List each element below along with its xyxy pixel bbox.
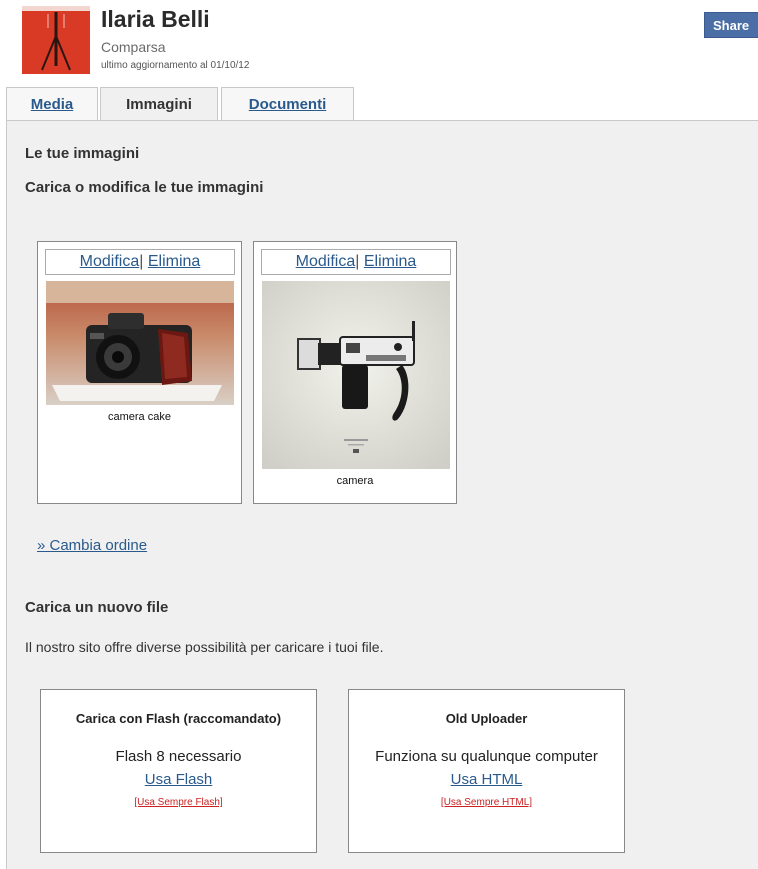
profile-role: Comparsa <box>101 39 166 55</box>
upload-intro: Il nostro sito offre diverse possibilità… <box>25 639 384 655</box>
tab-immagini[interactable]: Immagini <box>100 87 218 121</box>
image-card: Modifica| Elimina camera <box>253 241 457 504</box>
always-use-html-link[interactable]: [Usa Sempre HTML] <box>441 797 532 808</box>
share-button[interactable]: Share <box>704 12 758 38</box>
tab-immagini-label: Immagini <box>126 96 192 113</box>
upload-option-html: Old Uploader Funziona su qualunque compu… <box>348 689 625 853</box>
image-card: Modifica| Elimina camera cake <box>37 241 242 504</box>
edit-image-link[interactable]: Modifica <box>80 253 140 270</box>
gallery-subheading: Carica o modifica le tue immagini <box>25 179 264 196</box>
change-order-link[interactable]: » Cambia ordine <box>37 537 147 554</box>
upload-option-title: Carica con Flash (raccomandato) <box>75 711 282 726</box>
delete-image-link[interactable]: Elimina <box>364 253 416 270</box>
upload-option-title: Old Uploader <box>445 711 528 726</box>
image-thumbnail[interactable] <box>46 281 234 410</box>
always-use-flash-link[interactable]: [Usa Sempre Flash] <box>134 797 222 808</box>
image-caption: camera cake <box>108 411 171 423</box>
profile-avatar[interactable] <box>22 6 90 74</box>
gallery-heading: Le tue immagini <box>25 145 140 162</box>
tab-media-label[interactable]: Media <box>31 96 74 113</box>
action-separator: | <box>355 253 360 270</box>
use-flash-link[interactable]: Usa Flash <box>145 771 213 788</box>
edit-image-link[interactable]: Modifica <box>296 253 356 270</box>
tab-documenti-label[interactable]: Documenti <box>249 96 327 113</box>
tab-media[interactable]: Media <box>6 87 98 120</box>
image-thumbnail[interactable] <box>262 281 450 474</box>
action-separator: | <box>139 253 144 270</box>
image-actions: Modifica| Elimina <box>261 249 451 275</box>
upload-option-requirement: Flash 8 necessario <box>115 748 242 765</box>
upload-heading: Carica un nuovo file <box>25 599 169 616</box>
image-actions: Modifica| Elimina <box>45 249 235 275</box>
last-updated: ultimo aggiornamento al 01/10/12 <box>101 60 250 71</box>
profile-name: Ilaria Belli <box>101 6 210 32</box>
upload-option-flash: Carica con Flash (raccomandato) Flash 8 … <box>40 689 317 853</box>
tab-documenti[interactable]: Documenti <box>221 87 354 120</box>
image-caption: camera <box>336 475 374 487</box>
upload-option-requirement: Funziona su qualunque computer <box>375 748 598 765</box>
delete-image-link[interactable]: Elimina <box>148 253 200 270</box>
use-html-link[interactable]: Usa HTML <box>451 771 523 788</box>
